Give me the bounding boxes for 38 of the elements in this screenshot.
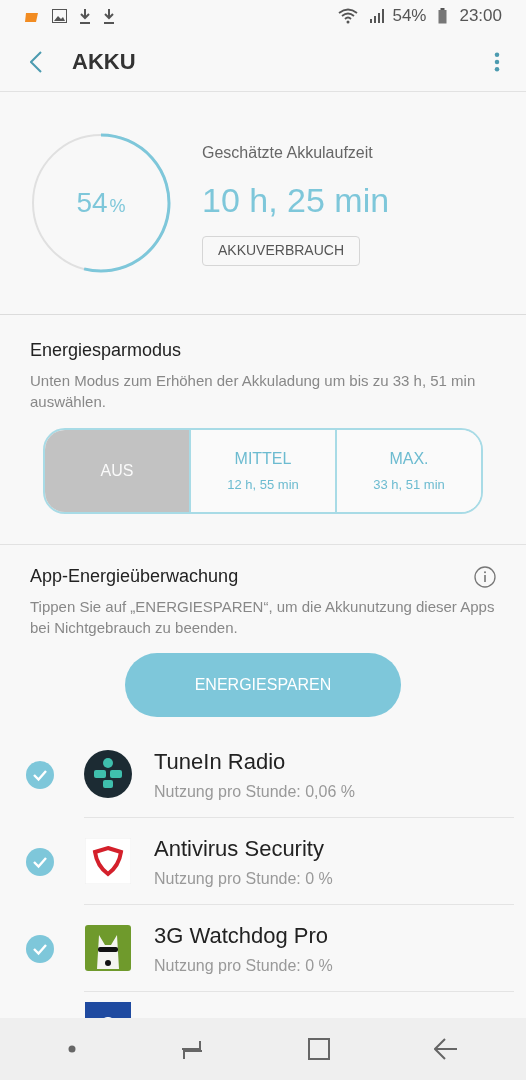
app-usage: Nutzung pro Stunde: 0 % — [154, 868, 333, 889]
download-icon — [103, 8, 115, 24]
app-usage: Nutzung pro Stunde: 0,06 % — [154, 781, 356, 802]
page-title: AKKU — [72, 48, 137, 76]
section-description: Tippen Sie auf „ENERGIESPAREN“, um die Akkunutzung dieser Apps bei Nichtgebrauch zu beenden. — [30, 597, 496, 638]
info-icon[interactable] — [474, 565, 496, 588]
checkbox[interactable] — [26, 847, 54, 876]
mode-option[interactable]: AUS — [45, 430, 189, 512]
battery-percent: 54% — [392, 5, 427, 28]
usage-button[interactable]: AKKUVERBRAUCH — [202, 235, 361, 266]
section-description: Unten Modus zum Erhöhen der Akkuladung um bis zu 33 h, 51 min auswählen. — [30, 371, 477, 412]
mode-option[interactable]: MAX. 33 h, 51 min — [335, 430, 481, 512]
section-title: App-Energieüberwachung — [30, 565, 240, 588]
signal-icon — [370, 9, 385, 23]
app-usage: Nutzung pro Stunde: 0 % — [154, 955, 333, 976]
battery-icon — [438, 8, 448, 24]
estimate-label: Geschätzte Akkulaufzeit — [202, 142, 374, 163]
section-title: Energiesparmodus — [30, 339, 183, 362]
more-icon — [494, 51, 500, 72]
checkbox[interactable] — [26, 760, 54, 789]
energy-saving-button[interactable]: ENERGIESPAREN — [125, 653, 401, 717]
app-icon — [85, 925, 131, 971]
checkbox[interactable] — [26, 934, 54, 963]
app-icon — [85, 838, 131, 884]
dot-icon — [68, 1045, 76, 1053]
download-icon — [79, 8, 91, 24]
wifi-icon — [338, 8, 359, 24]
app-name: TuneIn Radio — [154, 747, 287, 776]
home-icon[interactable] — [308, 1038, 330, 1060]
image-icon — [52, 9, 67, 23]
app-name: Antivirus Security — [154, 834, 325, 863]
app-name: 3G Watchdog Pro — [154, 921, 330, 950]
battery-percentage: 54% — [76, 186, 126, 220]
estimate-time: 10 h, 25 min — [202, 179, 390, 221]
app-icon — [84, 750, 132, 798]
clock: 23:00 — [459, 5, 502, 28]
back-icon — [30, 50, 42, 73]
back-nav-icon[interactable] — [434, 1038, 458, 1060]
